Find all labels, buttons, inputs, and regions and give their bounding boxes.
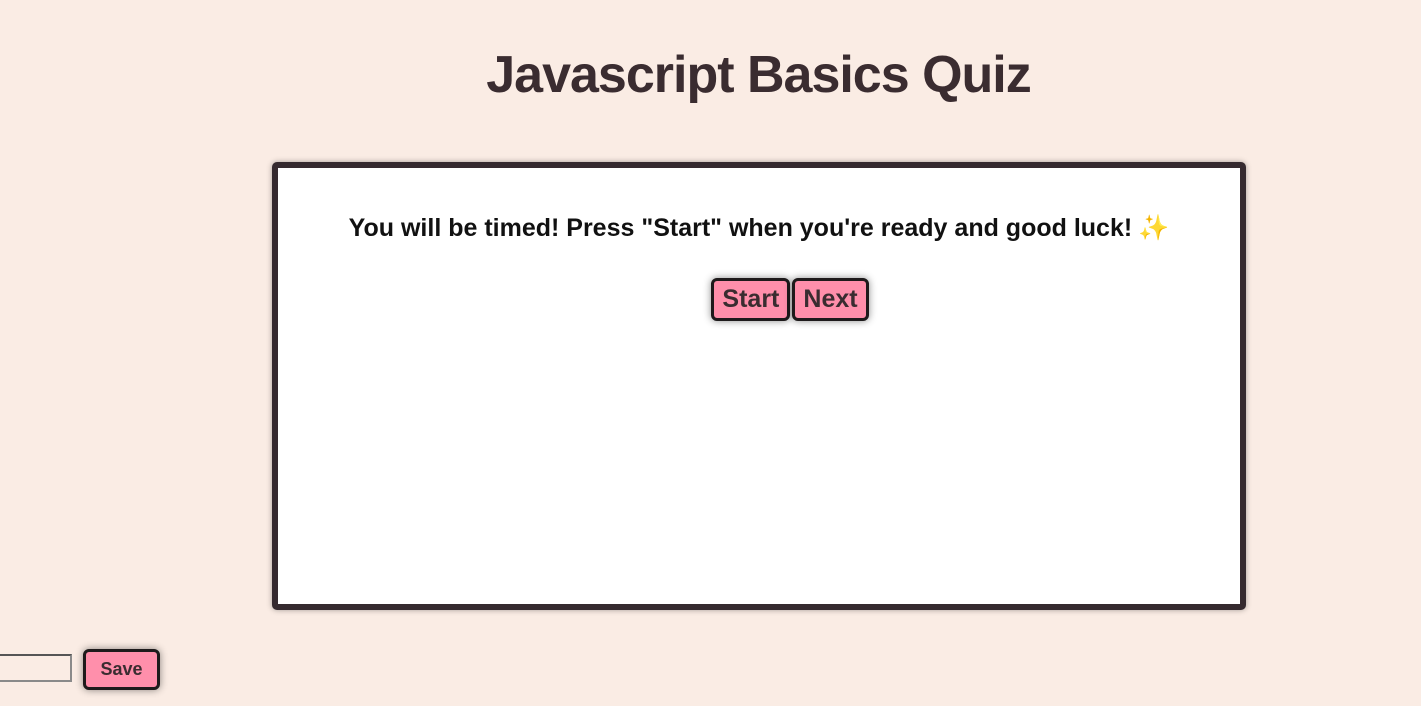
initials-input[interactable] [0, 654, 72, 682]
sparkle-icon: ✨ [1138, 214, 1170, 242]
quiz-instructions: You will be timed! Press "Start" when yo… [278, 214, 1240, 243]
page-title: Javascript Basics Quiz [486, 46, 1032, 104]
page: Javascript Basics Quiz You will be timed… [0, 0, 1421, 706]
quiz-card: You will be timed! Press "Start" when yo… [272, 162, 1246, 610]
save-button[interactable]: Save [83, 649, 160, 690]
quiz-controls: Start Next [278, 278, 1240, 321]
next-button[interactable]: Next [792, 278, 869, 321]
start-button[interactable]: Start [711, 278, 791, 321]
instructions-text: You will be timed! Press "Start" when yo… [348, 214, 1133, 242]
